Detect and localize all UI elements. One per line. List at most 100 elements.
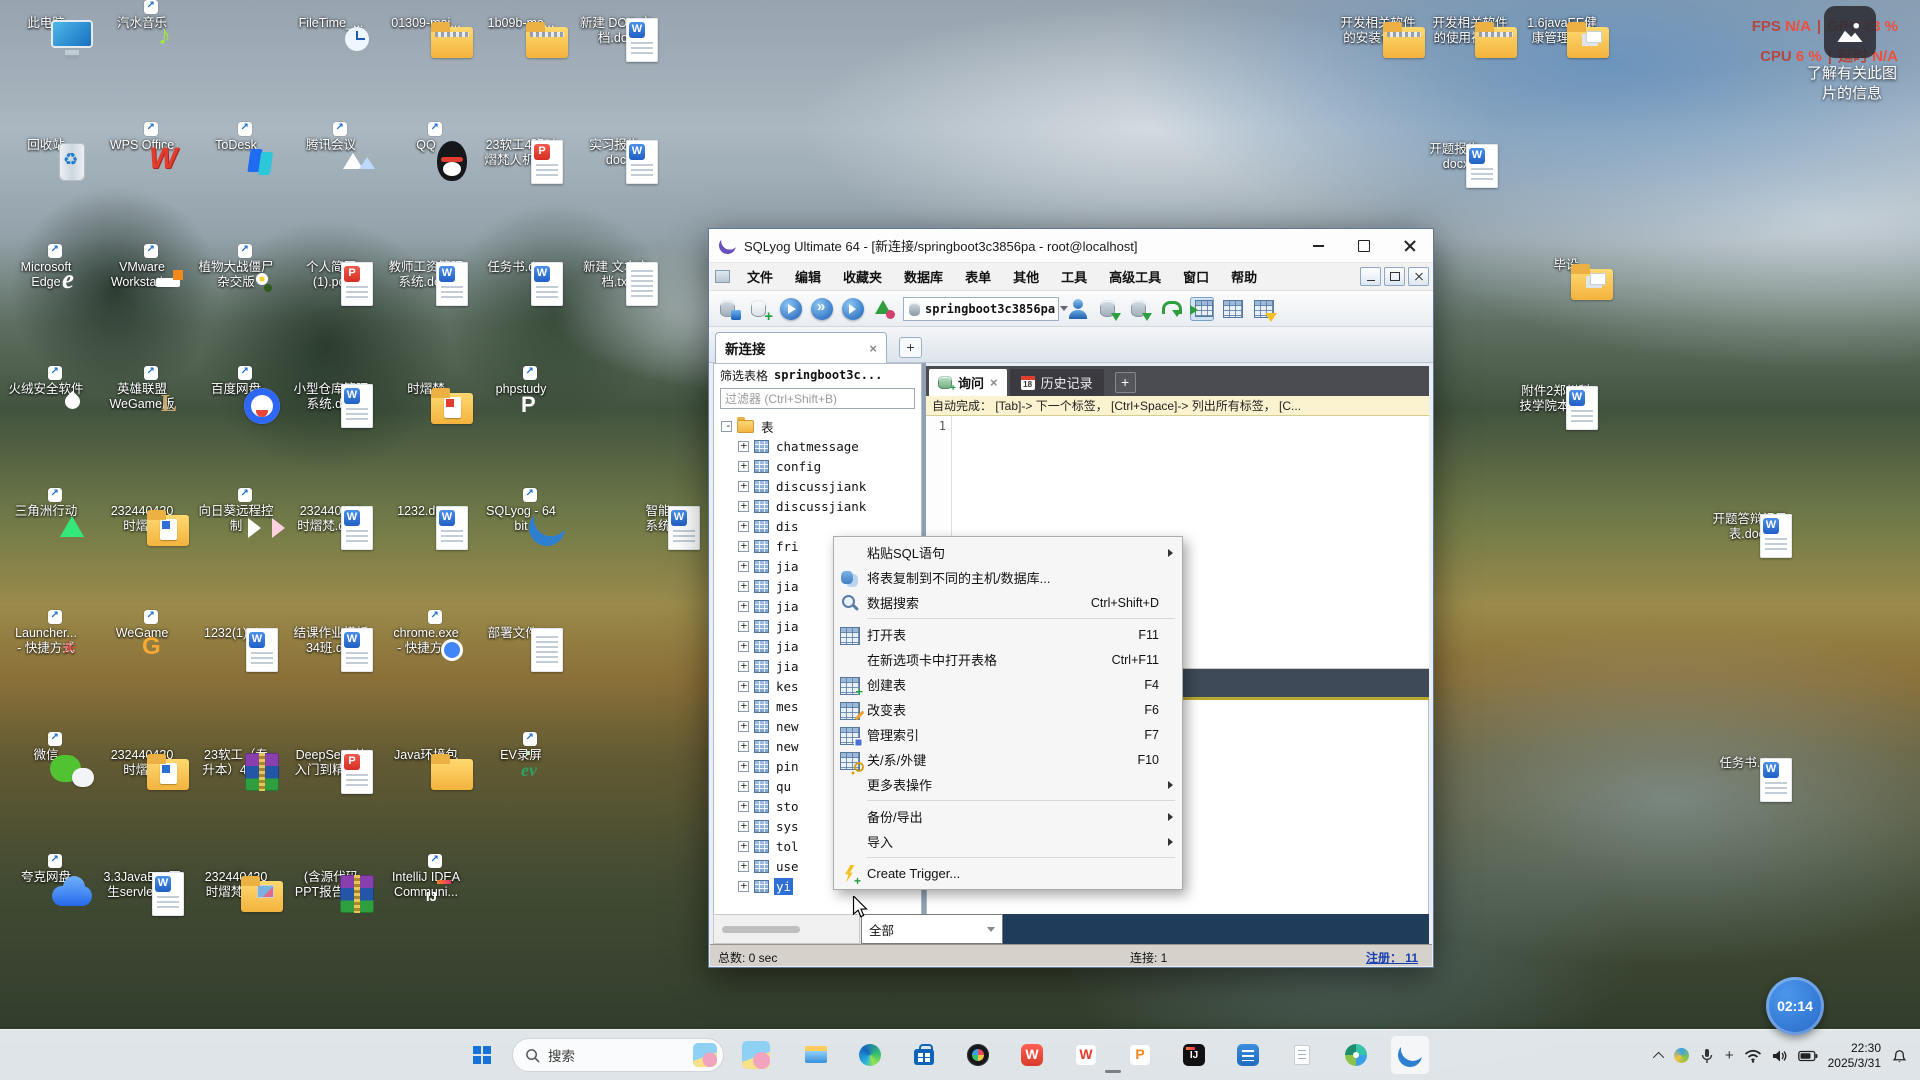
desktop-icon[interactable]: chrome.exe - 快捷方式	[380, 624, 472, 656]
desktop-icon[interactable]: 开题答辩记录 表.docx	[1704, 510, 1796, 542]
context-menu-item[interactable]: 管理索引 F7	[835, 722, 1181, 747]
desktop-icon[interactable]: 回收站	[0, 136, 92, 153]
taskbar-edge[interactable]	[850, 1035, 890, 1075]
context-menu-item[interactable]: 创建表 F4	[835, 672, 1181, 697]
menu-item[interactable]: 其他	[1002, 263, 1050, 290]
toolbar-refresh-objects[interactable]	[872, 297, 896, 321]
tray-plus-icon[interactable]	[1725, 1048, 1734, 1063]
toolbar-table-grid[interactable]	[1221, 297, 1245, 321]
context-menu-item[interactable]: 改变表 F6	[835, 697, 1181, 722]
desktop-icon[interactable]: 三角洲行动	[0, 502, 92, 519]
desktop-icon[interactable]: 汽水音乐	[96, 14, 188, 31]
tray-app-icon[interactable]	[1674, 1048, 1689, 1063]
expand-icon[interactable]	[738, 581, 749, 592]
scrollbar-thumb[interactable]	[722, 926, 800, 933]
expand-icon[interactable]	[738, 501, 749, 512]
toolbar-explain-query[interactable]	[841, 297, 865, 321]
microphone-icon[interactable]	[1699, 1048, 1715, 1064]
tab-close-icon[interactable]	[990, 375, 998, 390]
desktop-icon[interactable]: FileTime_...	[285, 14, 377, 31]
desktop-icon[interactable]: 任务书.docx	[475, 258, 567, 275]
desktop-icon[interactable]: 23软工4班时 熠梵人机交...	[475, 136, 567, 168]
expand-icon[interactable]	[738, 781, 749, 792]
menu-item[interactable]: 帮助	[1220, 263, 1268, 290]
context-menu-item[interactable]: 打开表 F11	[835, 622, 1181, 647]
battery-icon[interactable]	[1798, 1050, 1818, 1062]
desktop-icon[interactable]: 232440430 时熠梵十...	[190, 868, 282, 900]
tray-overflow-chevron-icon[interactable]	[1653, 1051, 1664, 1062]
menu-item[interactable]: 文件	[736, 263, 784, 290]
taskbar-pinwheel-app[interactable]	[1336, 1035, 1376, 1075]
expand-icon[interactable]	[738, 721, 749, 732]
connection-tab[interactable]: 新连接	[715, 332, 887, 363]
expand-icon[interactable]	[738, 601, 749, 612]
mdi-minimize-button[interactable]	[1360, 267, 1381, 286]
desktop-icon[interactable]: 结课作业模板 34班.doc	[285, 624, 377, 656]
widgets-button[interactable]	[736, 1035, 776, 1075]
expand-icon[interactable]	[738, 681, 749, 692]
desktop-icon[interactable]: 此电脑	[0, 14, 92, 31]
desktop-icon[interactable]: WeGame	[96, 624, 188, 641]
search-box[interactable]: 搜索	[512, 1038, 724, 1072]
menu-item[interactable]: 高级工具	[1098, 263, 1172, 290]
taskbar-intellij-idea[interactable]	[1174, 1035, 1214, 1075]
desktop-icon[interactable]: 附件2郑州科 技学院本科...	[1510, 382, 1602, 414]
taskbar-file-explorer[interactable]	[796, 1035, 836, 1075]
database-selector[interactable]: springboot3c3856pa	[903, 297, 1059, 321]
desktop-icon[interactable]: 232440430 时熠梵	[96, 502, 188, 534]
desktop-icon[interactable]: 1232(1).d...	[190, 624, 282, 641]
menu-item[interactable]: 窗口	[1172, 263, 1220, 290]
desktop-icon[interactable]: VMware Workstati...	[96, 258, 188, 290]
taskbar-slides-app[interactable]	[1120, 1035, 1160, 1075]
floating-clock-widget[interactable]: 02:14	[1766, 977, 1824, 1035]
desktop-icon[interactable]: Microsoft Edge	[0, 258, 92, 290]
desktop-icon[interactable]: 232440430 时熠梵.docx	[285, 502, 377, 534]
expand-icon[interactable]	[738, 561, 749, 572]
expand-icon[interactable]	[738, 541, 749, 552]
desktop-icon[interactable]: Launcher... - 快捷方式	[0, 624, 92, 656]
wifi-icon[interactable]	[1744, 1049, 1762, 1063]
context-menu-item[interactable]: 数据搜索 Ctrl+Shift+D	[835, 590, 1181, 615]
expand-icon[interactable]	[738, 881, 749, 892]
desktop-icon[interactable]: 开题报告. docx	[1410, 140, 1502, 172]
desktop-icon[interactable]: 实习报告. doc	[570, 136, 662, 168]
context-menu-item[interactable]: 导入	[835, 829, 1181, 854]
mdi-close-button[interactable]	[1408, 267, 1429, 286]
notification-bell-icon[interactable]	[1891, 1047, 1908, 1064]
desktop-icon[interactable]: 开发相关软件 的安装包.zip	[1332, 14, 1424, 46]
expand-icon[interactable]	[738, 641, 749, 652]
table-filter-input[interactable]	[720, 388, 915, 409]
desktop-icon[interactable]: 个人简历 (1).pdf	[285, 258, 377, 290]
menu-item[interactable]: 收藏夹	[832, 263, 893, 290]
desktop-icon[interactable]: (含源代码 PPT报告).rar	[285, 868, 377, 900]
tree-item-table[interactable]: dis	[714, 516, 921, 536]
expand-icon[interactable]	[738, 701, 749, 712]
toolbar-user-manager[interactable]	[1066, 297, 1090, 321]
desktop-icon[interactable]: 英雄联盟 WeGame版	[96, 380, 188, 412]
desktop-icon[interactable]: DeepSeek从 入门到精通...	[285, 746, 377, 778]
context-menu-item[interactable]: 将表复制到不同的主机/数据库...	[835, 565, 1181, 590]
new-query-tab-button[interactable]	[1115, 372, 1136, 393]
expand-icon[interactable]	[738, 821, 749, 832]
taskbar-tasks-app[interactable]	[1228, 1035, 1268, 1075]
query-tab[interactable]: 询问	[929, 369, 1007, 396]
tree-item-table[interactable]: discussjiank	[714, 476, 921, 496]
context-menu-item[interactable]: 粘贴SQL语句	[835, 540, 1181, 565]
desktop-icon[interactable]: WPS Office	[96, 136, 188, 153]
context-menu-item[interactable]: 更多表操作	[835, 772, 1181, 797]
spotlight-photo-icon[interactable]	[1824, 6, 1876, 58]
taskbar-sqlyog[interactable]	[1390, 1035, 1430, 1075]
toolbar-import-data[interactable]	[1159, 297, 1183, 321]
tree-item-table[interactable]: config	[714, 456, 921, 476]
desktop-icon[interactable]: ToDesk	[190, 136, 282, 153]
toolbar-backup-database[interactable]	[1097, 297, 1121, 321]
desktop-icon[interactable]: 1232.docx	[380, 502, 472, 519]
status-register-link[interactable]: 注册： 11	[1366, 949, 1418, 966]
desktop-icon[interactable]: IntelliJ IDEA Communi...	[380, 868, 472, 900]
expand-icon[interactable]	[738, 521, 749, 532]
spotlight-caption[interactable]: 了解有关此图 片的信息	[1792, 64, 1912, 104]
menu-item[interactable]: 表单	[954, 263, 1002, 290]
expand-icon[interactable]	[738, 801, 749, 812]
collapse-icon[interactable]	[721, 421, 732, 432]
desktop-icon[interactable]: 新建 文本文 档.txt	[570, 258, 662, 290]
